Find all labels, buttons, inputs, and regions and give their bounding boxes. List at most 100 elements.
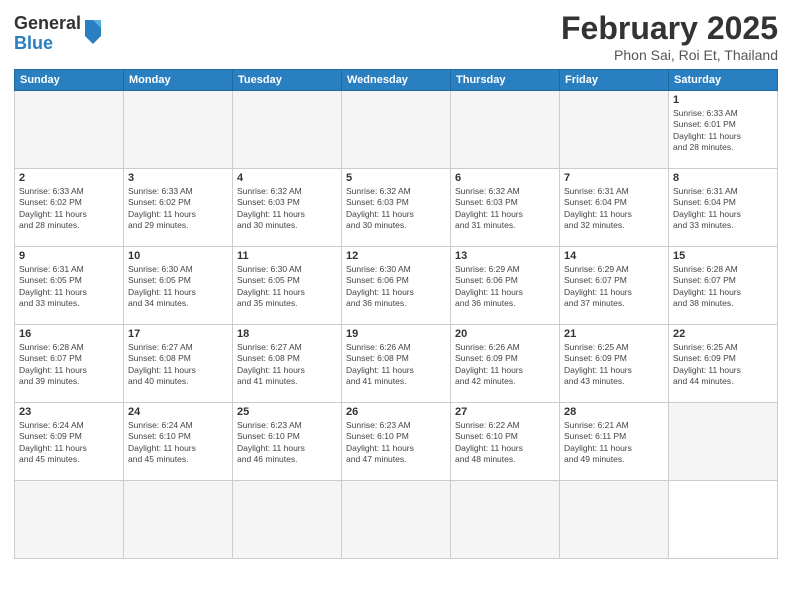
table-row: 12 Sunrise: 6:30 AM Sunset: 6:06 PM Dayli… xyxy=(342,247,451,325)
table-row xyxy=(124,481,233,559)
day-info: Sunrise: 6:24 AM Sunset: 6:10 PM Dayligh… xyxy=(128,420,228,466)
day-info: Sunrise: 6:30 AM Sunset: 6:05 PM Dayligh… xyxy=(237,264,337,310)
table-row xyxy=(560,91,669,169)
day-number: 2 xyxy=(19,172,119,184)
day-info: Sunrise: 6:33 AM Sunset: 6:02 PM Dayligh… xyxy=(128,186,228,232)
header-friday: Friday xyxy=(560,70,669,91)
table-row xyxy=(342,481,451,559)
calendar: Sunday Monday Tuesday Wednesday Thursday… xyxy=(14,69,778,559)
table-row xyxy=(15,91,124,169)
day-number: 26 xyxy=(346,406,446,418)
table-row: 21 Sunrise: 6:25 AM Sunset: 6:09 PM Dayli… xyxy=(560,325,669,403)
table-row: 4 Sunrise: 6:32 AM Sunset: 6:03 PM Daylig… xyxy=(233,169,342,247)
table-row xyxy=(451,91,560,169)
calendar-row: 2 Sunrise: 6:33 AM Sunset: 6:02 PM Daylig… xyxy=(15,169,778,247)
table-row xyxy=(124,91,233,169)
calendar-row: 23 Sunrise: 6:24 AM Sunset: 6:09 PM Dayli… xyxy=(15,403,778,481)
table-row: 20 Sunrise: 6:26 AM Sunset: 6:09 PM Dayli… xyxy=(451,325,560,403)
header-tuesday: Tuesday xyxy=(233,70,342,91)
day-info: Sunrise: 6:24 AM Sunset: 6:09 PM Dayligh… xyxy=(19,420,119,466)
day-number: 27 xyxy=(455,406,555,418)
day-number: 6 xyxy=(455,172,555,184)
day-number: 12 xyxy=(346,250,446,262)
day-info: Sunrise: 6:22 AM Sunset: 6:10 PM Dayligh… xyxy=(455,420,555,466)
table-row xyxy=(560,481,669,559)
day-info: Sunrise: 6:21 AM Sunset: 6:11 PM Dayligh… xyxy=(564,420,664,466)
day-info: Sunrise: 6:26 AM Sunset: 6:09 PM Dayligh… xyxy=(455,342,555,388)
title-block: February 2025 Phon Sai, Roi Et, Thailand xyxy=(561,10,778,63)
day-number: 25 xyxy=(237,406,337,418)
day-number: 3 xyxy=(128,172,228,184)
day-number: 23 xyxy=(19,406,119,418)
day-info: Sunrise: 6:31 AM Sunset: 6:04 PM Dayligh… xyxy=(673,186,773,232)
day-info: Sunrise: 6:25 AM Sunset: 6:09 PM Dayligh… xyxy=(673,342,773,388)
table-row: 8 Sunrise: 6:31 AM Sunset: 6:04 PM Daylig… xyxy=(669,169,778,247)
logo-blue: Blue xyxy=(14,34,81,54)
table-row: 16Sunrise: 6:28 AM Sunset: 6:07 PM Dayli… xyxy=(15,325,124,403)
table-row: 28 Sunrise: 6:21 AM Sunset: 6:11 PM Dayli… xyxy=(560,403,669,481)
day-info: Sunrise: 6:27 AM Sunset: 6:08 PM Dayligh… xyxy=(128,342,228,388)
table-row: 25Sunrise: 6:23 AM Sunset: 6:10 PM Dayli… xyxy=(233,403,342,481)
day-number: 19 xyxy=(346,328,446,340)
table-row xyxy=(233,481,342,559)
table-row: 17 Sunrise: 6:27 AM Sunset: 6:08 PM Dayli… xyxy=(124,325,233,403)
day-info: Sunrise: 6:32 AM Sunset: 6:03 PM Dayligh… xyxy=(237,186,337,232)
day-info: Sunrise: 6:32 AM Sunset: 6:03 PM Dayligh… xyxy=(346,186,446,232)
table-row xyxy=(233,91,342,169)
table-row: 19Sunrise: 6:26 AM Sunset: 6:08 PM Dayli… xyxy=(342,325,451,403)
header-sunday: Sunday xyxy=(15,70,124,91)
day-info: Sunrise: 6:25 AM Sunset: 6:09 PM Dayligh… xyxy=(564,342,664,388)
table-row: 11 Sunrise: 6:30 AM Sunset: 6:05 PM Dayli… xyxy=(233,247,342,325)
table-row: 14 Sunrise: 6:29 AM Sunset: 6:07 PM Dayli… xyxy=(560,247,669,325)
day-number: 21 xyxy=(564,328,664,340)
day-number: 5 xyxy=(346,172,446,184)
day-info: Sunrise: 6:30 AM Sunset: 6:05 PM Dayligh… xyxy=(128,264,228,310)
table-row: 3 Sunrise: 6:33 AM Sunset: 6:02 PM Daylig… xyxy=(124,169,233,247)
day-info: Sunrise: 6:27 AM Sunset: 6:08 PM Dayligh… xyxy=(237,342,337,388)
month-title: February 2025 xyxy=(561,10,778,47)
table-row: 24Sunrise: 6:24 AM Sunset: 6:10 PM Dayli… xyxy=(124,403,233,481)
day-number: 28 xyxy=(564,406,664,418)
table-row: 6Sunrise: 6:32 AM Sunset: 6:03 PM Daylig… xyxy=(451,169,560,247)
table-row: 1 Sunrise: 6:33 AM Sunset: 6:01 PM Daylig… xyxy=(669,91,778,169)
logo: General Blue xyxy=(14,14,103,54)
day-number: 4 xyxy=(237,172,337,184)
day-number: 7 xyxy=(564,172,664,184)
day-number: 16 xyxy=(19,328,119,340)
day-number: 22 xyxy=(673,328,773,340)
calendar-row xyxy=(15,481,778,559)
day-number: 17 xyxy=(128,328,228,340)
day-number: 8 xyxy=(673,172,773,184)
day-info: Sunrise: 6:29 AM Sunset: 6:06 PM Dayligh… xyxy=(455,264,555,310)
day-info: Sunrise: 6:33 AM Sunset: 6:02 PM Dayligh… xyxy=(19,186,119,232)
logo-text: General Blue xyxy=(14,14,81,54)
day-number: 9 xyxy=(19,250,119,262)
calendar-row: 1 Sunrise: 6:33 AM Sunset: 6:01 PM Daylig… xyxy=(15,91,778,169)
table-row: 2 Sunrise: 6:33 AM Sunset: 6:02 PM Daylig… xyxy=(15,169,124,247)
table-row: 5 Sunrise: 6:32 AM Sunset: 6:03 PM Daylig… xyxy=(342,169,451,247)
day-number: 1 xyxy=(673,94,773,106)
day-info: Sunrise: 6:30 AM Sunset: 6:06 PM Dayligh… xyxy=(346,264,446,310)
logo-general: General xyxy=(14,14,81,34)
logo-icon xyxy=(83,16,103,44)
day-number: 20 xyxy=(455,328,555,340)
day-number: 14 xyxy=(564,250,664,262)
day-info: Sunrise: 6:31 AM Sunset: 6:04 PM Dayligh… xyxy=(564,186,664,232)
table-row: 27 Sunrise: 6:22 AM Sunset: 6:10 PM Dayli… xyxy=(451,403,560,481)
table-row: 26Sunrise: 6:23 AM Sunset: 6:10 PM Dayli… xyxy=(342,403,451,481)
day-info: Sunrise: 6:29 AM Sunset: 6:07 PM Dayligh… xyxy=(564,264,664,310)
weekday-header-row: Sunday Monday Tuesday Wednesday Thursday… xyxy=(15,70,778,91)
header-monday: Monday xyxy=(124,70,233,91)
day-number: 11 xyxy=(237,250,337,262)
table-row: 15Sunrise: 6:28 AM Sunset: 6:07 PM Dayli… xyxy=(669,247,778,325)
table-row: 10 Sunrise: 6:30 AM Sunset: 6:05 PM Dayli… xyxy=(124,247,233,325)
day-number: 18 xyxy=(237,328,337,340)
day-info: Sunrise: 6:33 AM Sunset: 6:01 PM Dayligh… xyxy=(673,108,773,154)
table-row: 22 Sunrise: 6:25 AM Sunset: 6:09 PM Dayli… xyxy=(669,325,778,403)
header-saturday: Saturday xyxy=(669,70,778,91)
table-row: 7 Sunrise: 6:31 AM Sunset: 6:04 PM Daylig… xyxy=(560,169,669,247)
day-number: 10 xyxy=(128,250,228,262)
header: General Blue February 2025 Phon Sai, Roi… xyxy=(14,10,778,63)
table-row xyxy=(451,481,560,559)
header-wednesday: Wednesday xyxy=(342,70,451,91)
